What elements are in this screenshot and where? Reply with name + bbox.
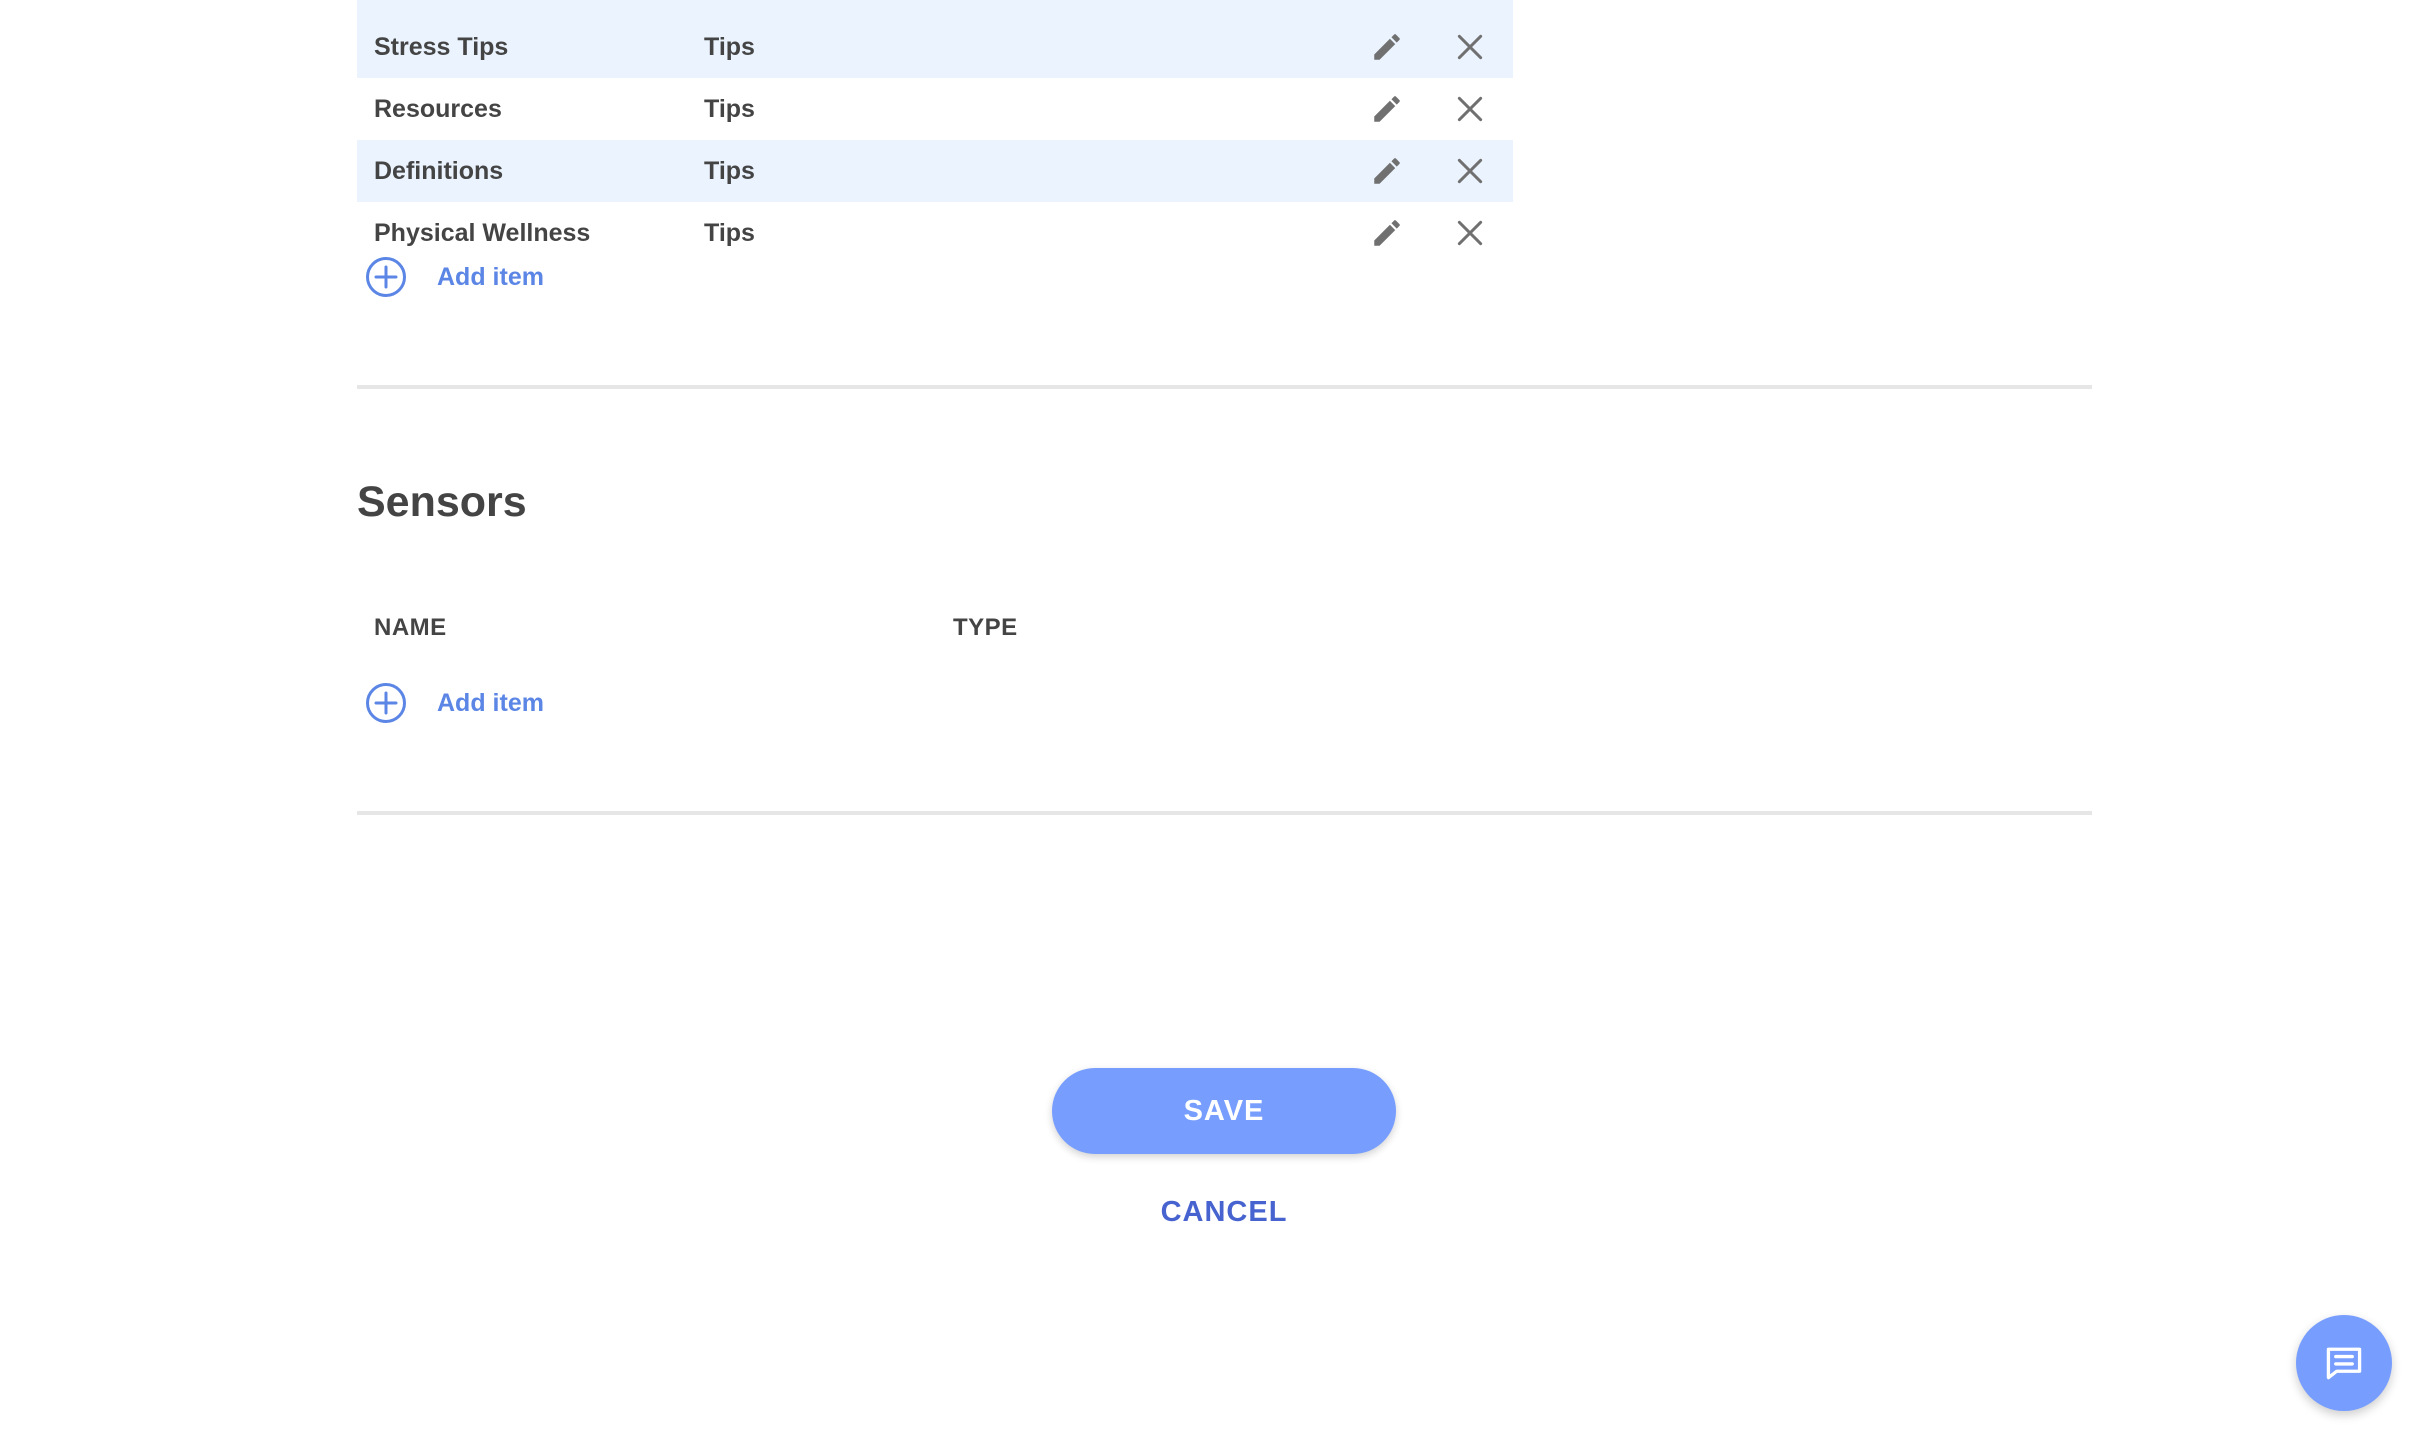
- edit-button[interactable]: [1367, 27, 1407, 67]
- add-item-button[interactable]: Add item: [365, 682, 544, 724]
- row-name: Stress Tips: [374, 32, 509, 61]
- table-row: Stress Tips Tips: [357, 0, 1513, 16]
- close-icon: [1457, 34, 1483, 60]
- add-item-button[interactable]: Add item: [365, 256, 544, 298]
- edit-button[interactable]: [1367, 89, 1407, 129]
- table-row: Physical Wellness Tips: [357, 202, 1513, 264]
- column-header-name: NAME: [374, 614, 447, 641]
- row-name: Resources: [374, 94, 502, 123]
- chat-icon: [2326, 1347, 2362, 1380]
- pencil-icon: [1374, 34, 1400, 60]
- row-type: Tips: [704, 32, 755, 61]
- row-name: Physical Wellness: [374, 218, 591, 247]
- cancel-button[interactable]: CANCEL: [1052, 1196, 1396, 1229]
- chat-button[interactable]: [2296, 1315, 2392, 1411]
- row-name: Definitions: [374, 156, 504, 185]
- add-item-label: Add item: [437, 262, 544, 291]
- delete-button[interactable]: [1450, 89, 1490, 129]
- row-type: Tips: [704, 218, 755, 247]
- edit-button[interactable]: [1367, 151, 1407, 191]
- add-item-label: Add item: [437, 688, 544, 717]
- plus-circle-icon: [365, 256, 407, 298]
- delete-button[interactable]: [1450, 213, 1490, 253]
- edit-button[interactable]: [1367, 213, 1407, 253]
- table-row: Stress Tips Tips: [357, 16, 1513, 78]
- close-icon: [1457, 158, 1483, 184]
- row-type: Tips: [704, 94, 755, 123]
- edit-button[interactable]: [1367, 0, 1407, 5]
- pencil-icon: [1374, 96, 1400, 122]
- tips-table: Stress Tips Tips Stress Tips Tips Resour…: [357, 0, 1513, 264]
- divider: [357, 385, 2092, 389]
- table-row: Definitions Tips: [357, 140, 1513, 202]
- close-icon: [1457, 96, 1483, 122]
- row-type: Tips: [704, 156, 755, 185]
- delete-button[interactable]: [1450, 151, 1490, 191]
- save-button[interactable]: SAVE: [1052, 1068, 1396, 1154]
- pencil-icon: [1374, 158, 1400, 184]
- section-title-sensors: Sensors: [357, 478, 527, 526]
- close-icon: [1457, 220, 1483, 246]
- pencil-icon: [1370, 0, 1404, 2]
- divider: [357, 811, 2092, 815]
- table-row: Resources Tips: [357, 78, 1513, 140]
- plus-circle-icon: [365, 682, 407, 724]
- close-icon: [1454, 0, 1486, 1]
- delete-button[interactable]: [1450, 0, 1490, 5]
- pencil-icon: [1374, 220, 1400, 246]
- page: Stress Tips Tips Stress Tips Tips Resour…: [0, 0, 2418, 1430]
- column-header-type: TYPE: [953, 614, 1018, 641]
- delete-button[interactable]: [1450, 27, 1490, 67]
